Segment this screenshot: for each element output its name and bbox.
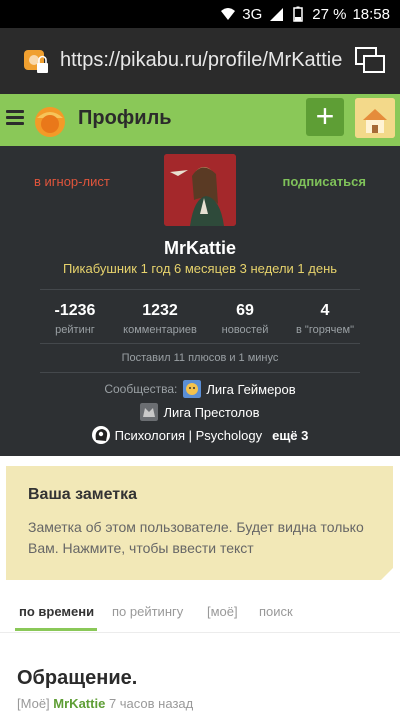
community-row: Психология | Psychology ещё 3: [0, 424, 400, 446]
divider: [40, 289, 360, 290]
menu-icon[interactable]: [6, 110, 24, 126]
battery-icon: [293, 6, 303, 22]
post-time: 7 часов назад: [108, 696, 194, 711]
tenure-text: Пикабушник 1 год 6 месяцев 3 недели 1 де…: [62, 261, 338, 276]
ignore-button[interactable]: в игнор-лист: [34, 174, 110, 189]
status-icons: 3G 27 % 18:58: [220, 5, 390, 23]
user-avatar[interactable]: [355, 98, 395, 138]
stat-label: в "горячем": [296, 324, 354, 336]
post-tag[interactable]: [Моё]: [17, 696, 50, 711]
stat-rating: -1236 рейтинг: [35, 302, 115, 336]
more-communities-link[interactable]: ещё 3: [272, 428, 308, 443]
post-meta: [Моё] MrKattie 7 часов назад: [17, 696, 193, 711]
votes-summary: Поставил 11 плюсов и 1 минус: [121, 352, 279, 364]
page-title: Профиль: [78, 107, 172, 129]
tabs-icon[interactable]: [354, 46, 386, 74]
community-link[interactable]: Психология | Psychology: [115, 428, 263, 443]
battery-percent: 27 %: [312, 5, 347, 23]
gamers-league-icon[interactable]: [183, 380, 202, 398]
community-row: Сообщества: Лига Геймеров: [0, 378, 400, 400]
tab-mine[interactable]: [моё]: [207, 604, 238, 619]
post-title[interactable]: Обращение.: [17, 667, 137, 690]
divider: [40, 372, 360, 373]
signal-icon: [270, 8, 284, 21]
community-link[interactable]: Лига Престолов: [163, 405, 259, 420]
stat-label: новостей: [221, 324, 269, 336]
status-bar: 3G 27 % 18:58: [0, 0, 400, 28]
sort-tabs: по времени по рейтингу [моё] поиск: [0, 600, 400, 633]
stats-row: -1236 рейтинг 1232 комментариев 69 новос…: [0, 302, 400, 336]
profile-panel: в игнор-лист подписаться MrKattie Пикабу…: [0, 146, 400, 456]
app-header: Профиль +: [0, 94, 400, 146]
browser-url-bar[interactable]: https://pikabu.ru/profile/MrKattie: [0, 28, 400, 94]
site-lock-icon[interactable]: [22, 48, 50, 76]
stat-news: 69 новостей: [205, 302, 285, 336]
note-title: Ваша заметка: [28, 486, 138, 503]
psychology-head-icon[interactable]: [91, 426, 110, 444]
stat-value: 4: [320, 302, 330, 319]
note-corner-fold: [381, 568, 393, 580]
post-author[interactable]: MrKattie: [53, 696, 105, 711]
profile-avatar: [164, 154, 236, 226]
stat-label: комментариев: [123, 324, 197, 336]
tab-search[interactable]: поиск: [259, 604, 293, 619]
thrones-league-icon[interactable]: [140, 403, 159, 421]
subscribe-button[interactable]: подписаться: [282, 174, 366, 189]
wifi-icon: [221, 8, 236, 20]
stat-value: 1232: [142, 302, 178, 319]
stat-hot: 4 в "горячем": [285, 302, 365, 336]
house-icon: [355, 98, 395, 138]
clock: 18:58: [352, 5, 390, 23]
note-placeholder[interactable]: Заметка об этом пользователе. Будет видн…: [28, 517, 378, 559]
community-link[interactable]: Лига Геймеров: [206, 382, 295, 397]
network-type: 3G: [242, 5, 263, 23]
user-note[interactable]: Ваша заметка Заметка об этом пользовател…: [6, 466, 393, 580]
tab-by-time[interactable]: по времени: [19, 604, 94, 619]
stat-comments: 1232 комментариев: [115, 302, 205, 336]
stat-value: 69: [236, 302, 254, 319]
pikabu-logo[interactable]: [32, 102, 68, 138]
communities: Сообщества: Лига Геймеров Лига Престолов…: [0, 378, 400, 447]
tab-by-rating[interactable]: по рейтингу: [112, 604, 183, 619]
username: MrKattie: [163, 238, 236, 258]
add-post-button[interactable]: +: [306, 98, 344, 136]
profile-photo: [164, 154, 236, 226]
stat-value: -1236: [54, 302, 96, 319]
communities-label: Сообщества:: [104, 382, 178, 396]
divider: [40, 343, 360, 344]
active-tab-indicator: [15, 628, 97, 631]
url-text[interactable]: https://pikabu.ru/profile/MrKattie: [60, 49, 342, 72]
stat-label: рейтинг: [55, 324, 95, 336]
community-row: Лига Престолов: [0, 401, 400, 423]
